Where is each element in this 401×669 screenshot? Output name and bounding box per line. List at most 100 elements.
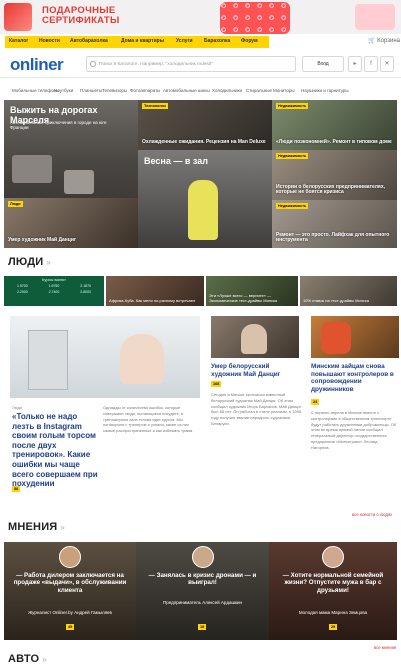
twitter-icon[interactable]: ✕ bbox=[380, 56, 394, 72]
story-tile[interactable]: Недвижимость «Люди поэкономней». Ремонт … bbox=[272, 100, 397, 150]
cat-laptops[interactable]: Ноутбуки bbox=[54, 88, 73, 93]
comment-count-badge[interactable]: 24 bbox=[311, 399, 320, 405]
cat-headphones[interactable]: Наушники и гарнитуры bbox=[301, 88, 349, 93]
small-story-tile[interactable]: 10% ставок на тест-драйвы Минска bbox=[300, 276, 397, 306]
cat-mobile-phones[interactable]: Мобильные телефоны bbox=[12, 88, 59, 93]
story-title: Умер художник Май Данциг bbox=[8, 237, 77, 244]
story-tag: Недвижимость bbox=[276, 203, 309, 209]
site-logo[interactable]: onliner bbox=[10, 55, 64, 75]
comment-count-badge[interactable]: 58 bbox=[12, 486, 21, 492]
gift-box-image bbox=[4, 3, 32, 31]
opinion-tile[interactable]: — Хотите нормальной семейной жизни? Отпу… bbox=[269, 542, 397, 640]
opinion-quote: — Хотите нормальной семейной жизни? Отпу… bbox=[282, 572, 384, 594]
story-tag: Недвижимость bbox=[276, 153, 309, 159]
people-image bbox=[321, 322, 351, 354]
category-navigation: Мобильные телефоны Ноутбуки Планшеты Тел… bbox=[0, 88, 401, 98]
story-tag: Технологии bbox=[142, 103, 168, 109]
cat-fridges[interactable]: Холодильники bbox=[212, 88, 242, 93]
nav-services[interactable]: Услуги bbox=[176, 38, 193, 44]
nav-catalog[interactable]: Каталог bbox=[9, 38, 28, 44]
feature-article-title[interactable]: «Только не надо лезть в Instagram своим … bbox=[12, 412, 100, 489]
author-avatar bbox=[322, 546, 344, 568]
story-title: Весна — в зал bbox=[144, 156, 208, 166]
article-text: С первого апреля в Минске вместе с контр… bbox=[311, 410, 397, 450]
nav-forum[interactable]: Форум bbox=[241, 38, 258, 44]
author-avatar bbox=[59, 546, 81, 568]
article-title[interactable]: Умер белорусский художник Май Данциг bbox=[211, 363, 301, 378]
comment-count-badge: 29 bbox=[329, 624, 338, 630]
small-story-title: Эти «Лучше всего — верните» — Экономичес… bbox=[209, 293, 278, 304]
opinion-tile[interactable]: — Занялась в кризис дронами — и выиграл!… bbox=[136, 542, 269, 640]
nav-realty[interactable]: Дома и квартиры bbox=[121, 38, 164, 44]
section-heading-opinions[interactable]: МНЕНИЯ» bbox=[8, 521, 65, 533]
cat-tablets[interactable]: Планшеты bbox=[80, 88, 102, 93]
author-avatar bbox=[192, 546, 214, 568]
story-tile[interactable]: Люди Умер художник Май Данциг bbox=[4, 198, 138, 248]
cat-tires[interactable]: Автомобильные шины bbox=[163, 88, 210, 93]
article-text: Сегодня в Минске скончался известный бел… bbox=[211, 392, 302, 426]
nav-flea-market[interactable]: Барахолка bbox=[204, 38, 230, 44]
currency-value: 2.7400 bbox=[48, 290, 60, 294]
feature-article-image[interactable] bbox=[10, 316, 200, 398]
search-placeholder: Поиск в Каталоге. Например, "холодильник… bbox=[99, 62, 213, 67]
opinion-tile[interactable]: — Работа дилером заключается на продаже … bbox=[4, 542, 136, 640]
opinion-author: Журналист Onliner.by Андрей Гамыляев bbox=[28, 610, 112, 615]
story-title: Ремонт — это просто. Лайфхак для опытног… bbox=[276, 231, 390, 244]
story-title: Охлажденные ожидания. Рецензия на Man De… bbox=[142, 139, 266, 146]
nav-auto[interactable]: Автобарахолка bbox=[70, 38, 108, 44]
opinion-author: Предприниматель Алексей Ардашкин bbox=[162, 600, 243, 605]
small-story-title: Африка-Куба. Как меня по-разному встреча… bbox=[109, 298, 196, 304]
currency-widget[interactable]: Курсы валют 1.9700 1.9750 2.1870 2.2000 … bbox=[4, 276, 104, 306]
comment-count-badge[interactable]: 168 bbox=[211, 381, 222, 387]
small-story-tile[interactable]: Африка-Куба. Как меня по-разному встреча… bbox=[106, 276, 204, 306]
story-tile[interactable]: Технологии Охлажденные ожидания. Рецензи… bbox=[138, 100, 272, 150]
comment-count-badge: 18 bbox=[198, 624, 207, 630]
section-title: АВТО bbox=[8, 653, 40, 665]
section-title: ЛЮДИ bbox=[8, 256, 44, 268]
story-tile[interactable]: Недвижимость Истории о белорусских предп… bbox=[272, 150, 397, 200]
login-button[interactable]: Вход bbox=[302, 56, 344, 72]
small-story-tile[interactable]: Эти «Лучше всего — верните» — Экономичес… bbox=[206, 276, 298, 306]
search-icon bbox=[90, 61, 96, 67]
gift-image bbox=[355, 4, 395, 30]
portrait-image bbox=[241, 324, 267, 354]
opinion-author: Молодая мама Марина Земцова bbox=[298, 610, 368, 615]
small-story-title: 10% ставок на тест-драйвы Минска bbox=[303, 298, 369, 304]
section-heading-auto[interactable]: АВТО» bbox=[8, 653, 47, 665]
story-title: Истории о белорусских предпринимателях, … bbox=[276, 183, 386, 196]
vk-icon[interactable]: ▸ bbox=[348, 56, 362, 72]
story-tile[interactable]: Весна — в зал bbox=[138, 150, 272, 248]
top-navigation: Каталог Новости Автобарахолка Дома и ква… bbox=[0, 36, 401, 48]
facebook-icon[interactable]: f bbox=[364, 56, 378, 72]
article-title[interactable]: Минским зайцам снова повышают контролеро… bbox=[311, 363, 397, 394]
currency-value: 2.2000 bbox=[16, 290, 28, 294]
article-image[interactable] bbox=[211, 316, 299, 358]
main-story-subtitle: Автомобильные приключения в городе на юг… bbox=[10, 120, 107, 131]
opinion-quote: — Занялась в кризис дронами — и выиграл! bbox=[148, 572, 257, 587]
banner-title-line2: СЕРТИФИКАТЫ bbox=[42, 15, 120, 26]
more-opinions-link[interactable]: все мнения bbox=[374, 645, 396, 650]
car-image bbox=[64, 170, 94, 194]
cart-label: Корзина bbox=[377, 38, 401, 44]
feature-article-text: Однажды от количества ошибок, которые со… bbox=[103, 405, 194, 434]
section-heading-people[interactable]: ЛЮДИ» bbox=[8, 256, 51, 268]
story-tile[interactable]: Недвижимость Ремонт — это просто. Лайфха… bbox=[272, 200, 397, 248]
more-people-link[interactable]: все новости о людях bbox=[352, 512, 392, 517]
nav-news[interactable]: Новости bbox=[39, 38, 60, 44]
section-title: МНЕНИЯ bbox=[8, 521, 58, 533]
car-image bbox=[12, 155, 52, 183]
feature-category: Люди bbox=[12, 405, 23, 410]
article-image[interactable] bbox=[311, 316, 399, 358]
chevron-right-icon: » bbox=[46, 258, 51, 267]
opinion-quote: — Работа дилером заключается на продаже … bbox=[13, 572, 127, 594]
currency-value: 2.8000 bbox=[80, 290, 92, 294]
cat-monitors[interactable]: Мониторы bbox=[273, 88, 295, 93]
promo-banner[interactable]: ПОДАРОЧНЫЕ СЕРТИФИКАТЫ bbox=[0, 0, 401, 34]
comment-count-badge: 45 bbox=[66, 624, 75, 630]
cart-link[interactable]: 🛒 Корзина bbox=[368, 37, 400, 44]
cat-washers[interactable]: Стиральные bbox=[246, 88, 272, 93]
cat-cameras[interactable]: Фотоаппараты bbox=[130, 88, 160, 93]
search-input[interactable]: Поиск в Каталоге. Например, "холодильник… bbox=[86, 56, 296, 72]
cat-tvs[interactable]: Телевизоры bbox=[102, 88, 127, 93]
chevron-right-icon: » bbox=[60, 523, 66, 532]
